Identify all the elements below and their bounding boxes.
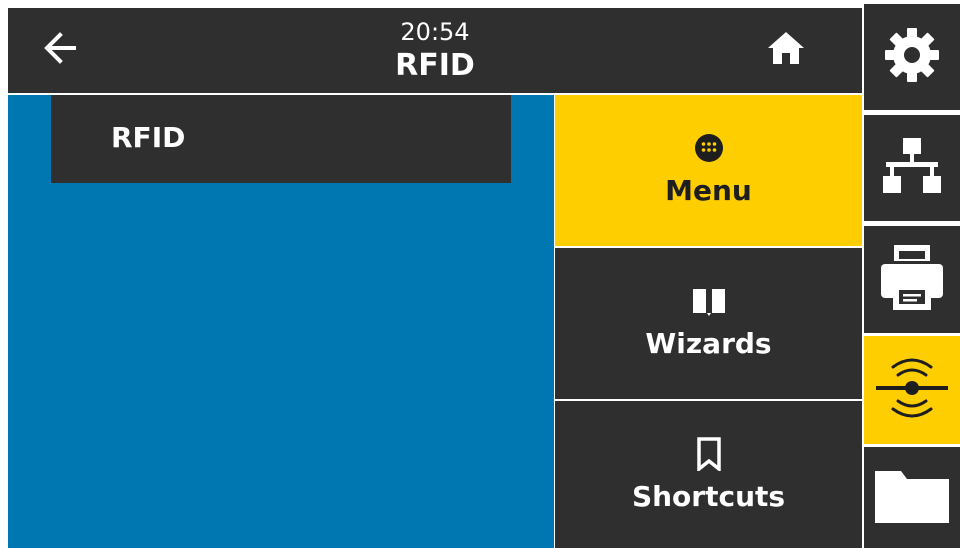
nav-tile-shortcuts[interactable]: Shortcuts [555, 401, 862, 548]
gear-icon [882, 25, 942, 89]
left-frame-edge [0, 0, 8, 548]
header-bar: 20:54 RFID [8, 8, 862, 93]
printer-icon [877, 242, 947, 318]
menu-item-label: RFID [111, 121, 186, 154]
menu-item-rfid[interactable]: RFID [51, 95, 511, 183]
sidebar-item-settings[interactable] [864, 4, 960, 110]
home-button[interactable] [756, 22, 816, 78]
sidebar-item-print[interactable] [864, 226, 960, 333]
page-title: RFID [395, 48, 475, 83]
network-icon [880, 134, 944, 202]
grid-dots-icon [555, 131, 862, 165]
nav-tile-wizards[interactable]: Wizards [555, 248, 862, 399]
home-icon [766, 30, 806, 70]
sidebar-item-network[interactable] [864, 115, 960, 221]
bookmark-icon [555, 437, 862, 471]
nav-tile-label: Wizards [645, 327, 772, 360]
nav-tile-menu[interactable]: Menu [555, 95, 862, 246]
clock-time: 20:54 [400, 18, 470, 46]
book-icon [555, 284, 862, 318]
sidebar-item-rfid[interactable] [864, 336, 960, 444]
sidebar-item-storage[interactable] [864, 447, 960, 548]
rfid-icon [872, 353, 952, 427]
folder-icon [873, 467, 951, 529]
nav-tile-label: Shortcuts [631, 480, 786, 513]
content-area: RFID [8, 95, 554, 548]
nav-tile-label: Menu [665, 174, 752, 207]
